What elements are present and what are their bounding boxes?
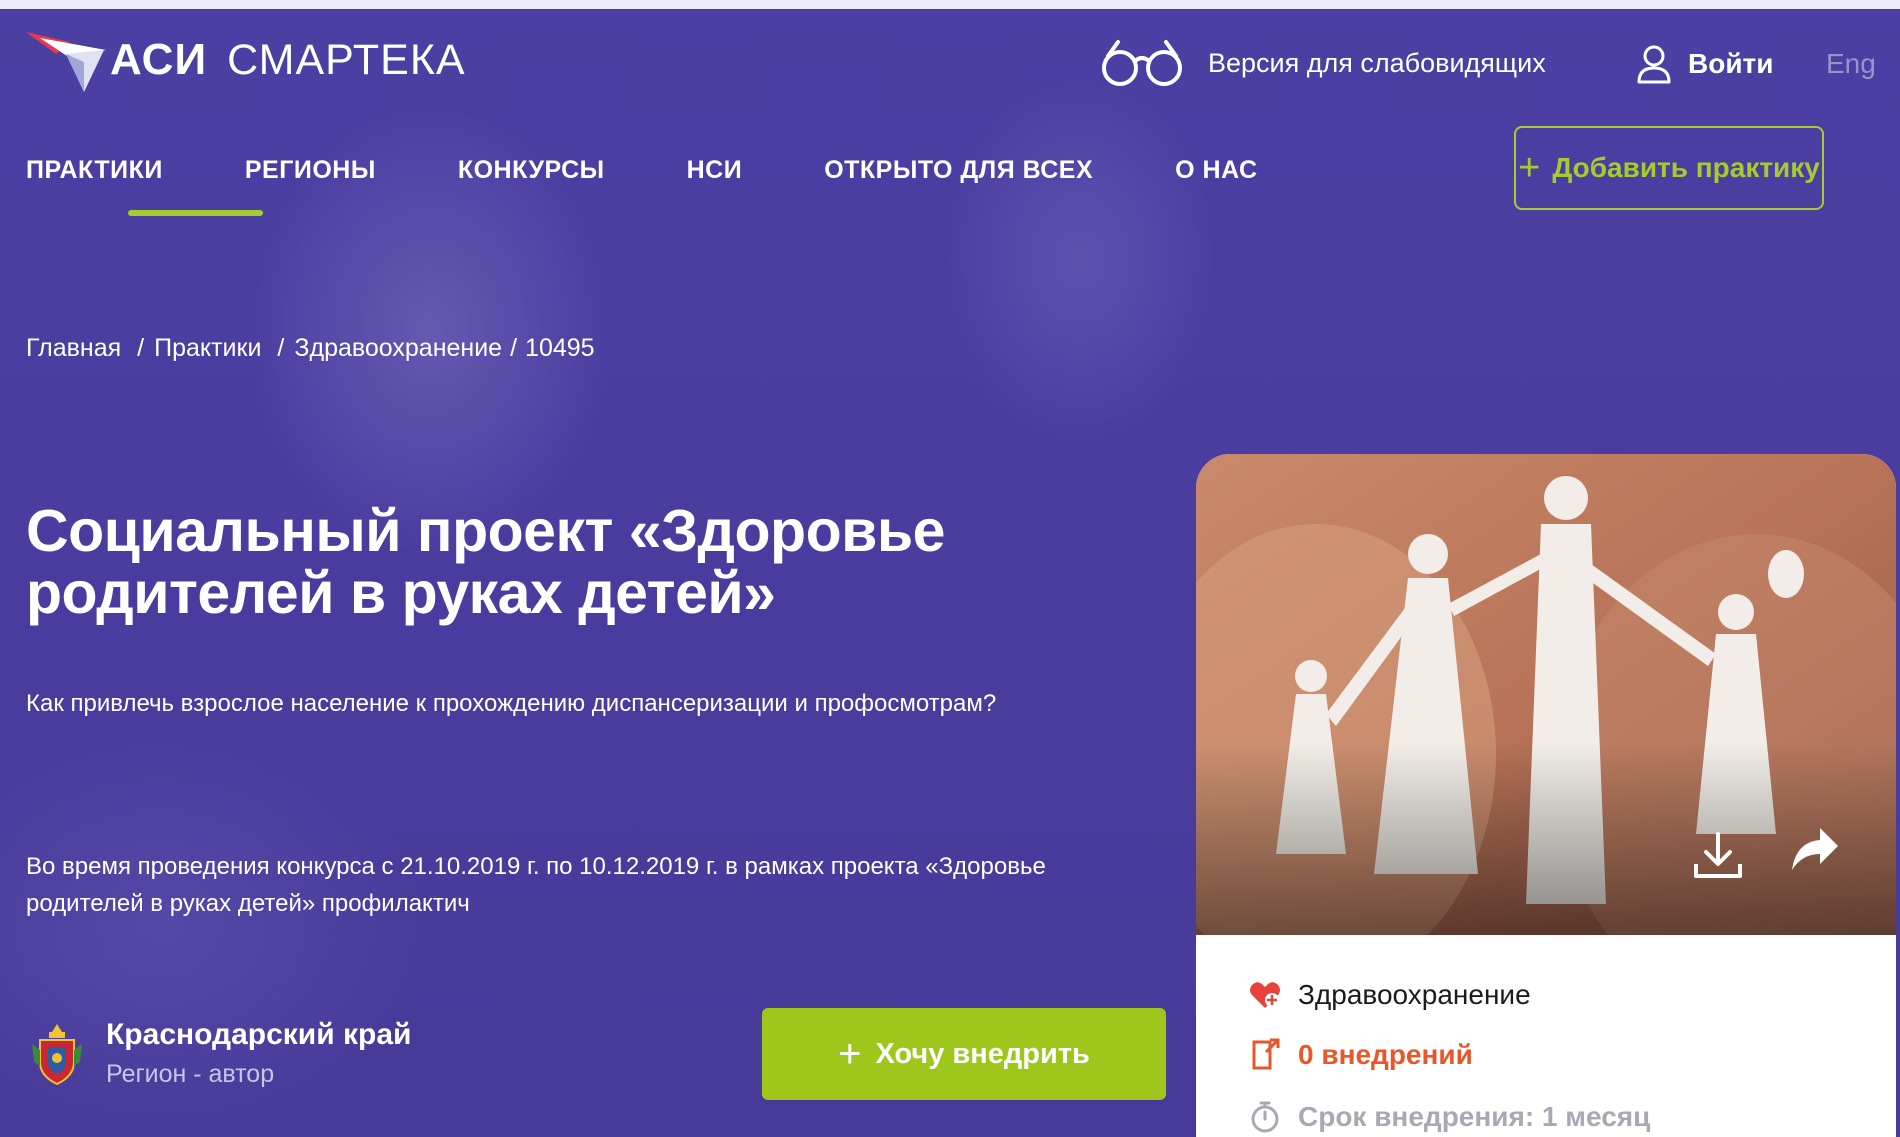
breadcrumb-home[interactable]: Главная [26,334,121,363]
card-implementations[interactable]: 0 внедрений [1248,1038,1473,1072]
region-role: Регион - автор [106,1060,275,1088]
want-to-implement-label: Хочу внедрить [875,1037,1090,1070]
heart-icon [1250,982,1280,1008]
plus-icon: + [1518,147,1541,189]
nav-item-open-for-all[interactable]: ОТКРЫТО ДЛЯ ВСЕХ [824,156,1093,185]
plus-icon: + [838,1032,862,1076]
nav-item-practices[interactable]: ПРАКТИКИ [26,156,163,185]
card-category[interactable]: Здравоохранение [1248,978,1531,1012]
card-term: Срок внедрения: 1 месяц [1248,1100,1650,1134]
stopwatch-icon [1251,1101,1279,1133]
accessibility-version-link[interactable]: Версия для слабовидящих [1100,38,1546,88]
top-strip [0,0,1900,9]
practice-description: Во время проведения конкурса с 21.10.201… [26,853,1046,917]
nav-item-regions[interactable]: РЕГИОНЫ [245,156,376,185]
breadcrumb-separator: / [137,334,145,362]
coat-of-arms-icon [32,1024,82,1086]
nav-item-about[interactable]: О НАС [1175,156,1257,185]
card-term-label: Срок внедрения: 1 месяц [1298,1101,1651,1132]
document-icon [1252,1038,1280,1070]
share-icon[interactable] [1790,826,1840,872]
logo-text-light: СМАРТЕКА [227,35,466,84]
breadcrumb: Главная / Практики / Здравоохранение / 1… [26,334,595,363]
nav-item-contests[interactable]: КОНКУРСЫ [458,156,605,185]
site-logo[interactable]: АСИ СМАРТЕКА [26,28,466,92]
glasses-icon [1102,40,1182,86]
practice-card [1196,454,1896,1137]
add-practice-button[interactable]: + Добавить практику [1514,126,1824,210]
breadcrumb-separator: / [277,334,285,362]
language-switch[interactable]: Eng [1826,48,1876,80]
author-region[interactable]: Краснодарский край Регион - автор [30,1018,412,1089]
add-practice-label: Добавить практику [1552,152,1820,183]
login-label: Войти [1688,48,1774,79]
login-button[interactable]: Войти [1636,44,1773,84]
want-to-implement-button[interactable]: + Хочу внедрить [762,1008,1166,1100]
download-icon[interactable] [1692,830,1744,882]
breadcrumb-separator: / [510,334,518,362]
breadcrumb-category[interactable]: Здравоохранение [294,334,502,363]
accessibility-label: Версия для слабовидящих [1208,47,1546,78]
card-implementations-label: 0 внедрений [1298,1039,1473,1070]
nav-item-nsi[interactable]: НСИ [687,156,743,185]
page-title: Социальный проект «Здоровье родителей в … [26,498,945,626]
logo-mark-icon [26,32,106,92]
breadcrumb-current: 10495 [525,334,595,362]
region-name[interactable]: Краснодарский край [106,1018,412,1052]
logo-text-bold: АСИ [110,35,208,84]
main-nav: ПРАКТИКИ РЕГИОНЫ КОНКУРСЫ НСИ ОТКРЫТО ДЛ… [26,156,1340,185]
breadcrumb-practices[interactable]: Практики [154,334,261,363]
nav-active-indicator [128,210,263,216]
page-subtitle: Как привлечь взрослое население к прохож… [26,690,997,717]
user-icon [1637,45,1671,84]
card-category-label: Здравоохранение [1298,979,1531,1010]
